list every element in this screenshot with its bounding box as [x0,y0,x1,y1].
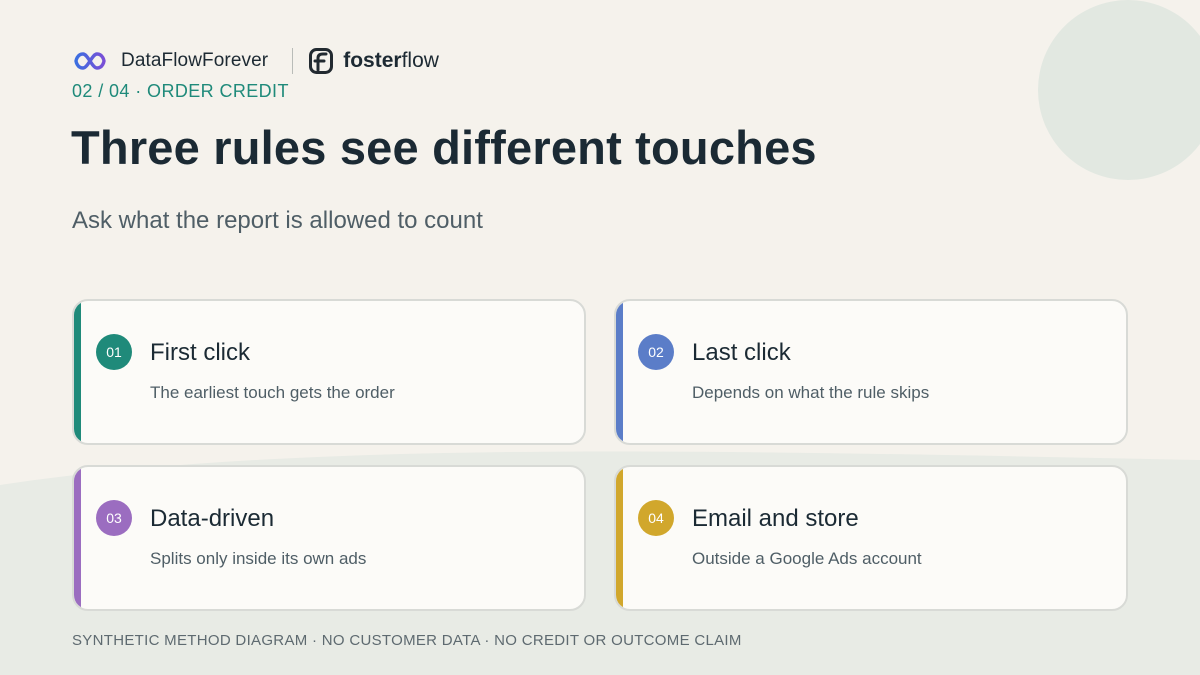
rule-card-data-driven: 03 Data-driven Splits only inside its ow… [72,465,586,611]
partner-name-suffix: flow [401,49,439,72]
card-description: Depends on what the rule skips [692,383,930,402]
card-title: Data-driven [150,505,275,532]
card-number-badge: 02 [638,334,674,370]
rule-card-last-click: 02 Last click Depends on what the rule s… [614,299,1128,445]
footer-disclaimer: SYNTHETIC METHOD DIAGRAM · NO CUSTOMER D… [72,632,742,649]
card-accent-bar [616,467,623,609]
infinity-loop-icon [74,49,106,73]
card-description: The earliest touch gets the order [150,383,395,402]
slide: DataFlowForever fosterflow 02 / 04 · ORD… [0,0,1200,675]
card-title: First click [150,339,250,366]
fosterflow-f-icon [309,48,334,74]
card-title: Last click [692,339,791,366]
brand-divider [292,48,294,74]
card-number-badge: 03 [96,500,132,536]
card-number-badge: 01 [96,334,132,370]
decorative-circle [1038,0,1200,180]
card-title: Email and store [692,505,859,532]
card-accent-bar [74,467,81,609]
rule-card-first-click: 01 First click The earliest touch gets t… [72,299,586,445]
card-accent-bar [616,301,623,443]
card-number-badge: 04 [638,500,674,536]
card-accent-bar [74,301,81,443]
brand-row: DataFlowForever fosterflow [74,46,439,76]
page-title: Three rules see different touches [71,121,817,174]
card-description: Splits only inside its own ads [150,549,367,568]
partner-name: fosterflow [343,49,439,73]
brand-name: DataFlowForever [121,50,269,71]
section-kicker: 02 / 04 · ORDER CREDIT [72,81,289,101]
page-subtitle: Ask what the report is allowed to count [72,207,483,234]
partner-name-prefix: foster [343,49,402,72]
rule-card-email-and-store: 04 Email and store Outside a Google Ads … [614,465,1128,611]
card-description: Outside a Google Ads account [692,549,922,568]
